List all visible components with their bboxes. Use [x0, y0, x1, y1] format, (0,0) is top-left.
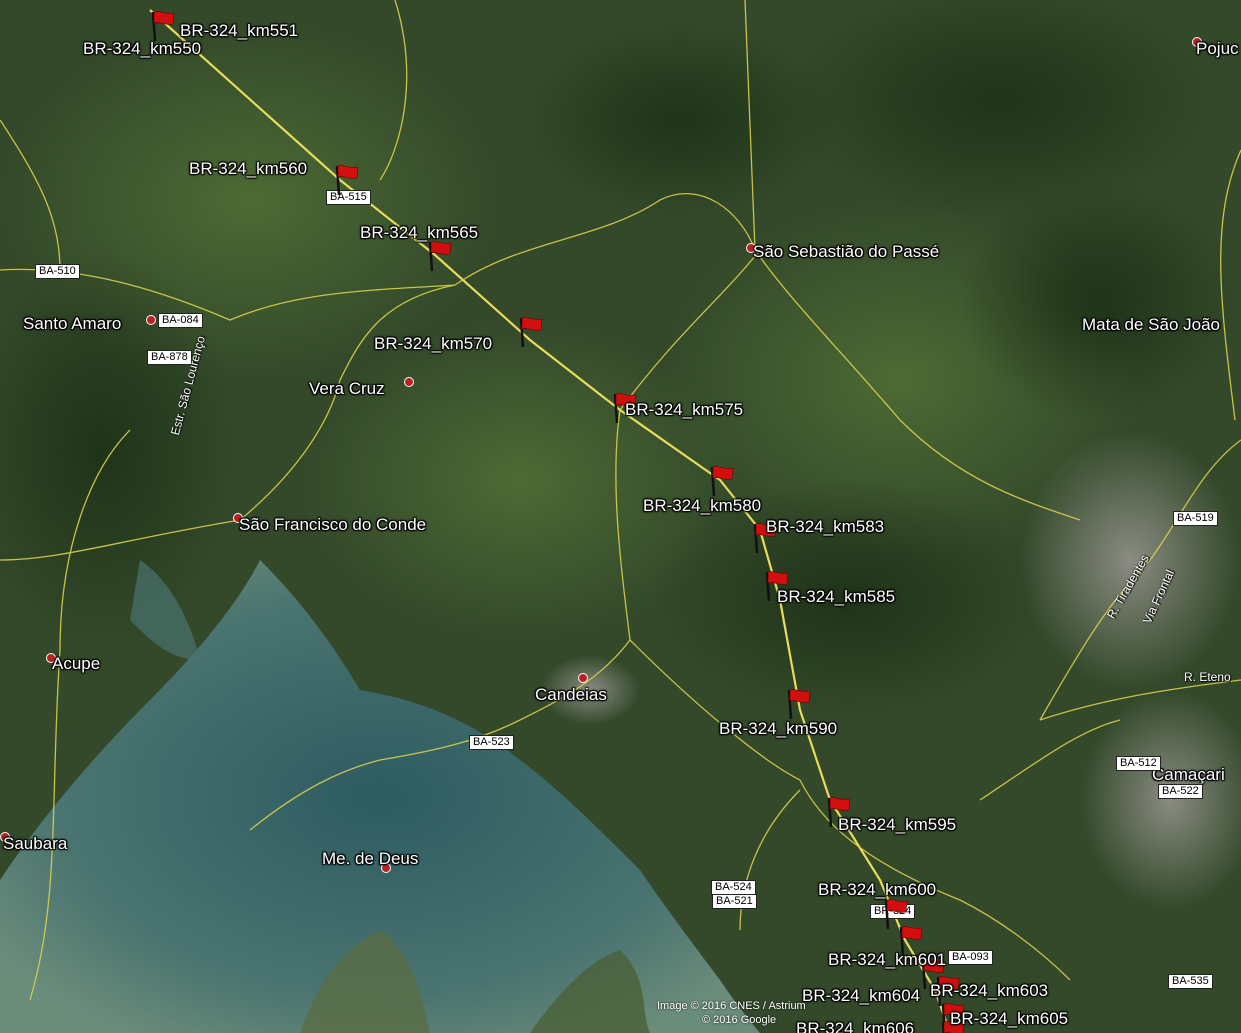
place-label: Candeias	[535, 685, 607, 704]
marker-label[interactable]: BR-324_km595	[838, 816, 956, 833]
marker-label[interactable]: BR-324_km590	[719, 720, 837, 737]
road-shield: BA-878	[147, 350, 192, 365]
place-dot	[578, 673, 588, 683]
road-shield: BA-524	[711, 880, 756, 895]
imagery-credit: Image © 2016 CNES / Astrium	[657, 1000, 806, 1012]
marker-label[interactable]: BR-324_km604	[802, 987, 920, 1004]
road-shield: BA-512	[1116, 756, 1161, 771]
road-shield: BA-084	[158, 313, 203, 328]
satellite-imagery	[0, 0, 1241, 1033]
road-shield: BA-535	[1168, 974, 1213, 989]
road-label: R. Eteno	[1184, 670, 1231, 684]
flag-marker-icon[interactable]	[150, 10, 176, 42]
marker-label[interactable]: BR-324_km603	[930, 982, 1048, 999]
marker-label[interactable]: BR-324_km583	[766, 518, 884, 535]
marker-label[interactable]: BR-324_km575	[625, 401, 743, 418]
road-shield: BA-510	[35, 264, 80, 279]
marker-label[interactable]: BR-324_km585	[777, 588, 895, 605]
flag-marker-icon[interactable]	[709, 465, 735, 497]
road-shield: BA-521	[712, 894, 757, 909]
marker-label[interactable]: BR-324_km551	[180, 22, 298, 39]
place-label: Me. de Deus	[322, 849, 419, 868]
place-label: Santo Amaro	[23, 314, 122, 333]
flag-marker-icon[interactable]	[518, 316, 544, 348]
place-label: Acupe	[52, 654, 101, 673]
flag-marker-icon[interactable]	[786, 688, 812, 720]
marker-label[interactable]: BR-324_km606	[796, 1020, 914, 1033]
road-shield: BA-093	[948, 950, 993, 965]
marker-label[interactable]: BR-324_km601	[828, 951, 946, 968]
place-label: Vera Cruz	[309, 379, 385, 398]
place-label: Mata de São João	[1082, 315, 1220, 334]
marker-label[interactable]: BR-324_km550	[83, 40, 201, 57]
marker-label[interactable]: BR-324_km560	[189, 160, 307, 177]
marker-label[interactable]: BR-324_km580	[643, 497, 761, 514]
flag-marker-icon[interactable]	[334, 164, 360, 196]
marker-label[interactable]: BR-324_km605	[950, 1010, 1068, 1027]
marker-label[interactable]: BR-324_km565	[360, 224, 478, 241]
place-dot	[146, 315, 156, 325]
marker-label[interactable]: BR-324_km570	[374, 335, 492, 352]
road-shield: BA-523	[469, 735, 514, 750]
road-shield: BA-519	[1173, 511, 1218, 526]
road-shield: BA-522	[1158, 784, 1203, 799]
place-label: São Sebastião do Passé	[753, 242, 940, 261]
marker-label[interactable]: BR-324_km600	[818, 881, 936, 898]
satellite-map[interactable]: Pojuc São Sebastião do Passé Santo Amaro…	[0, 0, 1241, 1033]
google-credit: © 2016 Google	[702, 1014, 777, 1026]
place-label: Camaçari	[1152, 765, 1225, 784]
flag-marker-icon[interactable]	[427, 240, 453, 272]
place-label: Saubara	[3, 834, 68, 853]
place-label: Pojuc	[1196, 39, 1239, 58]
place-label: São Francisco do Conde	[239, 515, 427, 534]
place-dot	[404, 377, 414, 387]
